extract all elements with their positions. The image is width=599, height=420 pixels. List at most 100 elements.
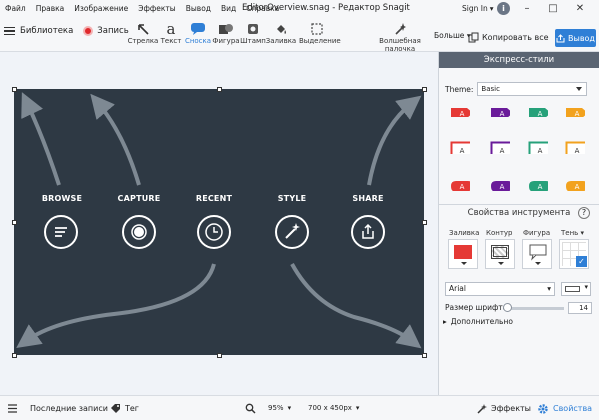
search-icon <box>245 403 256 414</box>
chevron-down-icon <box>498 262 504 268</box>
canvas-size-control[interactable]: 700 x 450px ▾ <box>308 396 359 420</box>
outline-picker[interactable] <box>485 239 515 269</box>
resize-handle-ne[interactable] <box>422 87 427 92</box>
shape-label: Фигура <box>523 229 551 237</box>
resize-handle-sw[interactable] <box>12 353 17 358</box>
chevron-right-icon: ▸ <box>443 317 447 326</box>
quick-style-swatch[interactable]: A <box>450 178 470 191</box>
share-icon <box>556 33 565 42</box>
advanced-toggle[interactable]: ▸ Дополнительно <box>443 317 513 326</box>
fill-color-picker[interactable] <box>448 239 478 269</box>
arrow-style <box>290 263 422 349</box>
sign-in-button[interactable]: Sign In ▾ <box>462 0 493 17</box>
quick-styles-header: Экспресс-стили <box>439 52 599 68</box>
menu-edit[interactable]: Правка <box>31 0 70 17</box>
tag-label: Тег <box>125 404 140 413</box>
quick-style-swatch[interactable]: A <box>565 104 585 117</box>
recent-captures-label: Последние записи <box>30 404 108 413</box>
quick-style-swatch[interactable]: A <box>528 141 548 154</box>
resize-handle-w[interactable] <box>12 220 17 225</box>
theme-select[interactable]: Basic <box>477 82 588 96</box>
quick-styles-row: AAAA <box>445 178 595 198</box>
font-size-input[interactable]: 14 <box>568 302 592 314</box>
magic-wand-label: Волшебная палочка <box>379 37 421 53</box>
record-icon[interactable] <box>83 26 94 36</box>
font-select[interactable]: Arial ▾ <box>445 282 555 296</box>
arrow-capture <box>90 93 141 186</box>
check-icon: ✓ <box>576 256 587 267</box>
properties-label: Свойства <box>553 404 593 413</box>
text-color-select[interactable]: ▾ <box>561 282 591 296</box>
resize-handle-e[interactable] <box>422 220 427 225</box>
menu-view[interactable]: Вид <box>216 0 241 17</box>
menu-image[interactable]: Изображение <box>69 0 133 17</box>
quick-style-swatch[interactable]: A <box>450 104 470 117</box>
shape-picker[interactable] <box>522 239 552 269</box>
quick-style-letter: A <box>460 110 465 117</box>
fill-bucket-icon <box>277 24 286 34</box>
fill-tool[interactable]: Заливка <box>265 20 297 45</box>
font-size-slider-thumb[interactable] <box>503 303 512 312</box>
quick-style-swatch[interactable]: A <box>490 104 510 117</box>
category-capture: CAPTURE <box>117 194 161 203</box>
quick-style-letter: A <box>500 110 505 117</box>
resize-handle-n[interactable] <box>217 87 222 92</box>
quick-style-swatch[interactable]: A <box>490 178 510 191</box>
properties-button[interactable]: Свойства <box>537 396 592 420</box>
quick-style-swatch[interactable]: A <box>528 104 548 117</box>
canvas-area[interactable]: BROWSE CAPTURE RECENT STYLE SHARE <box>0 52 438 395</box>
help-icon[interactable]: ? <box>578 207 590 219</box>
menu-file[interactable]: Файл <box>0 0 31 17</box>
more-tools-button[interactable]: Больше ▾ <box>434 31 471 40</box>
quick-style-letter: A <box>500 147 505 154</box>
record-button[interactable]: Запись <box>97 26 128 36</box>
close-button[interactable]: ✕ <box>570 0 590 17</box>
maximize-button[interactable]: □ <box>543 0 563 17</box>
font-size-slider[interactable] <box>504 307 564 310</box>
tool-properties-header: Свойства инструмента <box>467 208 571 218</box>
shadow-picker[interactable]: ✓ <box>559 239 589 269</box>
recent-captures-button[interactable]: Последние записи <box>7 396 108 420</box>
category-share: SHARE <box>352 194 384 203</box>
resize-handle-nw[interactable] <box>12 87 17 92</box>
effects-button[interactable]: Эффекты <box>476 396 531 420</box>
quick-style-swatch[interactable]: A <box>565 178 585 191</box>
magic-wand-icon <box>275 215 309 249</box>
quick-style-swatch[interactable]: A <box>450 141 470 154</box>
magic-wand-tool[interactable]: Волшебная палочка <box>364 20 436 53</box>
minimize-button[interactable]: – <box>517 0 537 17</box>
fill-label: Заливка <box>449 229 480 237</box>
clock-icon <box>197 215 231 249</box>
selection-tool[interactable]: Выделение <box>299 20 341 45</box>
menu-effects[interactable]: Эффекты <box>133 0 181 17</box>
quick-style-letter: A <box>460 183 465 191</box>
copy-icon <box>468 32 479 43</box>
fill-tool-label: Заливка <box>265 37 297 45</box>
quick-style-swatch[interactable]: A <box>565 141 585 154</box>
resize-handle-se[interactable] <box>422 353 427 358</box>
more-label: Больше <box>434 31 465 40</box>
menu-share[interactable]: Вывод <box>181 0 216 17</box>
copy-all-button[interactable]: Копировать все <box>468 32 549 43</box>
share-output-button[interactable]: Вывод <box>555 29 596 47</box>
sparkle-icon <box>477 404 487 414</box>
quick-style-swatch[interactable]: A <box>528 178 548 191</box>
share-output-label: Вывод <box>568 33 595 43</box>
account-avatar[interactable]: i <box>497 2 510 15</box>
zoom-control[interactable]: 95% ▾ <box>245 396 291 420</box>
callout-shape-icon <box>529 244 547 261</box>
advanced-label: Дополнительно <box>450 317 513 326</box>
quick-style-swatch[interactable]: A <box>490 141 510 154</box>
library-button[interactable]: Библиотека <box>20 26 73 36</box>
quick-style-letter: A <box>460 147 465 154</box>
tag-button[interactable]: Тег <box>110 396 139 420</box>
image-preview[interactable]: BROWSE CAPTURE RECENT STYLE SHARE <box>14 89 424 355</box>
resize-handle-s[interactable] <box>217 353 222 358</box>
arrow-recent <box>16 263 216 348</box>
capture-icon <box>122 215 156 249</box>
snagit-editor-window: Файл Правка Изображение Эффекты Вывод Ви… <box>0 0 599 420</box>
shadow-label[interactable]: Тень ▾ <box>561 229 584 237</box>
hamburger-icon[interactable] <box>4 26 15 36</box>
section-divider <box>439 204 599 205</box>
callout-icon <box>191 22 205 35</box>
